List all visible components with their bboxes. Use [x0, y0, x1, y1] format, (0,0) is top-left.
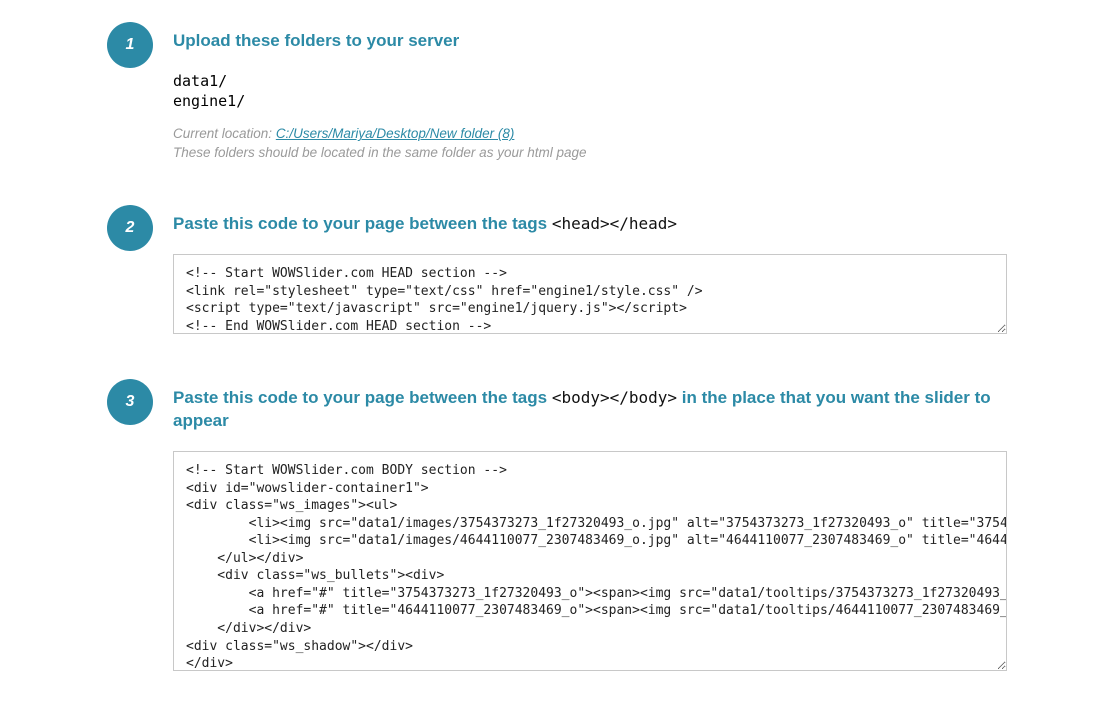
hint-line2: These folders should be located in the s…: [173, 145, 587, 160]
location-link[interactable]: C:/Users/Mariya/Desktop/New folder (8): [276, 126, 515, 141]
step-number: 3: [126, 393, 135, 411]
hint-label: Current location:: [173, 126, 276, 141]
folder-item: data1/: [173, 71, 1007, 91]
step-badge-3: 3: [107, 379, 153, 425]
step-title-prefix: Paste this code to your page between the…: [173, 214, 552, 233]
step-number: 1: [126, 36, 135, 54]
step-2: 2 Paste this code to your page between t…: [107, 203, 1007, 337]
step-title-3: Paste this code to your page between the…: [173, 387, 1007, 433]
step-body-1: Upload these folders to your server data…: [173, 20, 1007, 163]
instructions-container: 1 Upload these folders to your server da…: [87, 0, 1027, 694]
step-body-2: Paste this code to your page between the…: [173, 203, 1007, 337]
step-title-code: <head></head>: [552, 214, 677, 233]
step-1: 1 Upload these folders to your server da…: [107, 20, 1007, 163]
step-title-prefix: Upload these folders to your server: [173, 31, 459, 50]
folder-item: engine1/: [173, 91, 1007, 111]
step-body-3: Paste this code to your page between the…: [173, 377, 1007, 674]
step-badge-1: 1: [107, 22, 153, 68]
step-number: 2: [126, 219, 135, 237]
body-code-box[interactable]: [173, 451, 1007, 671]
step-title-2: Paste this code to your page between the…: [173, 213, 1007, 236]
step-title-code: <body></body>: [552, 388, 677, 407]
step-3: 3 Paste this code to your page between t…: [107, 377, 1007, 674]
head-code-box[interactable]: [173, 254, 1007, 334]
folder-list: data1/ engine1/: [173, 71, 1007, 112]
step-title-1: Upload these folders to your server: [173, 30, 1007, 53]
step-title-prefix: Paste this code to your page between the…: [173, 388, 552, 407]
step-badge-2: 2: [107, 205, 153, 251]
hint-block: Current location: C:/Users/Mariya/Deskto…: [173, 125, 1007, 163]
